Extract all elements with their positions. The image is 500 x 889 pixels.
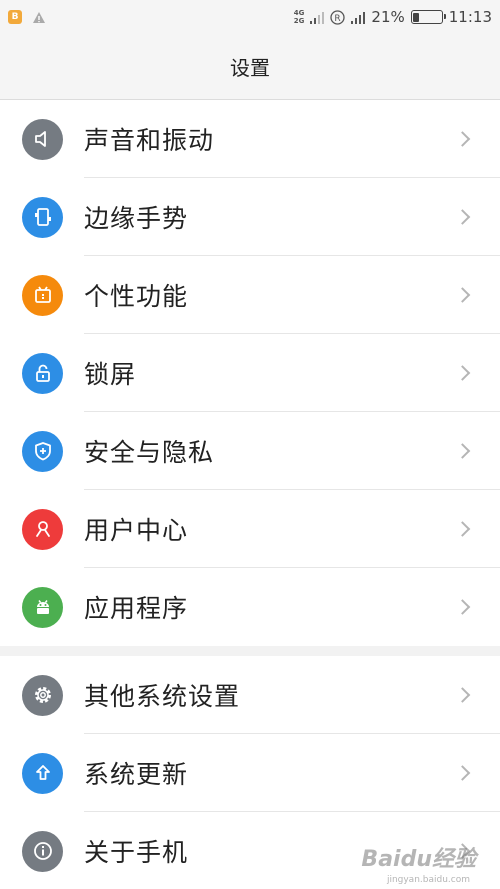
chevron-right-icon xyxy=(454,687,471,703)
chevron-right-icon xyxy=(454,209,471,225)
header: 设置 xyxy=(0,34,500,100)
upload-arrow-icon xyxy=(22,752,63,794)
signal-icon-2 xyxy=(351,11,366,24)
chevron-right-icon xyxy=(454,443,471,459)
svg-text:R: R xyxy=(335,14,341,24)
settings-item-security-privacy[interactable]: 安全与隐私 xyxy=(0,412,500,490)
settings-item-label: 用户中心 xyxy=(84,516,189,545)
settings-section-main: 声音和振动 边缘手势 个性功能 锁屏 安全与隐私 用户中心 应用程序 xyxy=(0,100,500,646)
chevron-right-icon xyxy=(454,287,471,303)
battery-fill xyxy=(413,12,419,22)
settings-item-system-update[interactable]: 系统更新 xyxy=(0,734,500,812)
settings-item-edge-gesture[interactable]: 边缘手势 xyxy=(0,178,500,256)
network-type: 4G 2G xyxy=(293,9,305,25)
settings-item-label: 锁屏 xyxy=(84,360,137,389)
clock: 11:13 xyxy=(448,8,492,26)
settings-item-label: 关于手机 xyxy=(84,838,189,867)
settings-item-applications[interactable]: 应用程序 xyxy=(0,568,500,646)
settings-item-lock-screen[interactable]: 锁屏 xyxy=(0,334,500,412)
shield-icon xyxy=(22,430,63,472)
status-bar: B 4G 2G R 21% 11:13 xyxy=(0,0,500,34)
chevron-right-icon xyxy=(454,765,471,781)
settings-item-user-center[interactable]: 用户中心 xyxy=(0,490,500,568)
android-icon xyxy=(22,586,63,628)
gear-icon xyxy=(22,674,63,716)
chevron-right-icon xyxy=(454,521,471,537)
page-title: 设置 xyxy=(230,56,270,80)
warning-icon xyxy=(33,11,45,23)
settings-item-personal-features[interactable]: 个性功能 xyxy=(0,256,500,334)
watermark-logo: Baidu经验 xyxy=(361,847,476,872)
lock-icon xyxy=(22,352,63,394)
battery-icon xyxy=(410,10,446,24)
settings-item-sound[interactable]: 声音和振动 xyxy=(0,100,500,178)
battery-percent: 21% xyxy=(371,8,405,26)
chevron-right-icon xyxy=(454,599,471,615)
settings-item-label: 声音和振动 xyxy=(84,126,215,155)
edge-gesture-icon xyxy=(22,196,63,238)
speaker-icon xyxy=(22,118,63,160)
signal-icon xyxy=(310,11,325,24)
settings-item-label: 边缘手势 xyxy=(84,204,189,233)
settings-item-label: 个性功能 xyxy=(84,282,189,311)
user-icon xyxy=(22,508,63,550)
settings-item-label: 其他系统设置 xyxy=(84,682,241,711)
chevron-right-icon xyxy=(454,131,471,147)
settings-item-label: 安全与隐私 xyxy=(84,438,215,467)
settings-item-label: 应用程序 xyxy=(84,594,189,623)
info-icon xyxy=(22,830,63,872)
chevron-right-icon xyxy=(454,365,471,381)
personal-feature-icon xyxy=(22,274,63,316)
settings-item-other-system[interactable]: 其他系统设置 xyxy=(0,656,500,734)
roaming-icon: R xyxy=(330,9,346,25)
settings-item-label: 系统更新 xyxy=(84,760,189,789)
watermark-url: jingyan.baidu.com xyxy=(386,875,470,885)
notification-app-icon: B xyxy=(8,10,22,24)
